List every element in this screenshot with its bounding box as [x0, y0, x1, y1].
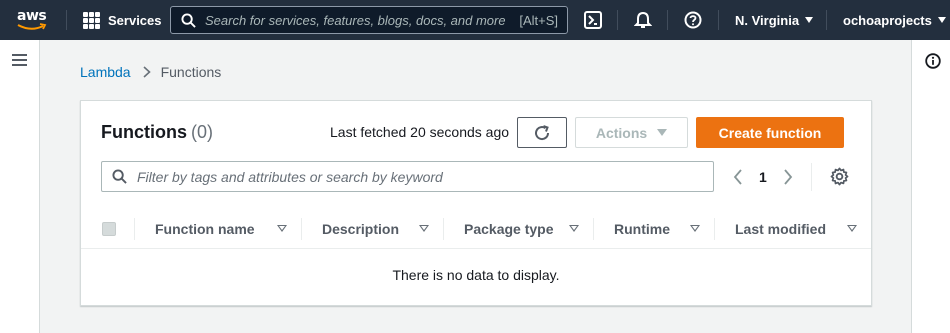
function-count: (0) [191, 122, 213, 142]
column-divider [301, 218, 302, 240]
chevron-left-icon[interactable] [733, 168, 743, 185]
search-placeholder: Search for services, features, blogs, do… [205, 12, 505, 28]
column-header-last-modified[interactable]: Last modified [735, 209, 857, 249]
search-shortcut: [Alt+S] [519, 12, 558, 28]
nav-divider [826, 10, 827, 30]
nav-divider [617, 10, 618, 30]
column-header-description[interactable]: Description [322, 209, 429, 249]
last-fetched-text: Last fetched 20 seconds ago [330, 124, 510, 140]
nav-divider [718, 10, 719, 30]
nav-divider [66, 10, 67, 30]
sort-icon [569, 225, 579, 232]
info-icon[interactable] [925, 53, 941, 69]
account-label: ochoaprojects [843, 12, 932, 28]
bell-icon[interactable] [633, 11, 653, 29]
gear-icon[interactable] [830, 167, 849, 186]
create-function-button[interactable]: Create function [696, 117, 844, 148]
left-rail [0, 40, 40, 333]
chevron-right-icon[interactable] [783, 168, 793, 185]
services-label: Services [108, 12, 162, 28]
page-title: Functions (0) [101, 122, 213, 143]
top-navigation: aws Services Search for services, featur… [0, 0, 950, 40]
title-text: Functions [101, 122, 187, 142]
menu-icon[interactable] [12, 54, 27, 69]
search-input[interactable]: Search for services, features, blogs, do… [170, 6, 568, 34]
actions-dropdown-button[interactable]: Actions [575, 117, 688, 148]
column-divider [443, 218, 444, 240]
region-label: N. Virginia [735, 12, 800, 28]
breadcrumb-lambda-link[interactable]: Lambda [80, 64, 131, 80]
column-divider [593, 218, 594, 240]
cloudshell-icon[interactable] [584, 11, 602, 29]
actions-label: Actions [595, 124, 648, 141]
sort-icon [277, 225, 287, 232]
current-page[interactable]: 1 [759, 169, 767, 185]
column-divider [714, 218, 715, 240]
aws-logo[interactable]: aws [17, 9, 51, 33]
help-icon[interactable] [684, 11, 702, 29]
grid-icon [83, 11, 100, 29]
breadcrumb-current: Functions [160, 64, 222, 80]
caret-down-icon [657, 129, 668, 136]
search-icon [181, 12, 196, 28]
breadcrumb: Lambda Functions [80, 64, 221, 80]
right-rail [911, 40, 950, 333]
filter-input[interactable]: Filter by tags and attributes or search … [101, 161, 714, 192]
filter-placeholder: Filter by tags and attributes or search … [137, 168, 443, 185]
column-header-function-name[interactable]: Function name [155, 209, 287, 249]
divider [811, 163, 812, 191]
select-all-checkbox[interactable] [102, 222, 116, 236]
empty-state-message: There is no data to display. [392, 267, 560, 283]
sort-icon [419, 225, 429, 232]
column-divider [134, 218, 135, 240]
aws-smile-icon [17, 23, 47, 30]
region-selector[interactable]: N. Virginia [735, 0, 814, 40]
table-header: Function name Description Package type R… [81, 209, 871, 249]
sort-icon [690, 225, 700, 232]
caret-down-icon [805, 17, 814, 23]
services-menu-button[interactable]: Services [83, 0, 162, 40]
pagination: 1 [733, 161, 793, 192]
chevron-right-icon [143, 66, 151, 78]
column-header-runtime[interactable]: Runtime [614, 209, 700, 249]
functions-panel: Functions (0) Last fetched 20 seconds ago… [80, 100, 872, 306]
account-menu[interactable]: ochoaprojects [843, 0, 946, 40]
search-icon [112, 169, 127, 184]
sort-icon [847, 225, 857, 232]
refresh-icon [535, 124, 550, 140]
caret-down-icon [937, 17, 946, 23]
refresh-button[interactable] [517, 117, 567, 148]
nav-divider [667, 10, 668, 30]
column-header-package-type[interactable]: Package type [464, 209, 579, 249]
